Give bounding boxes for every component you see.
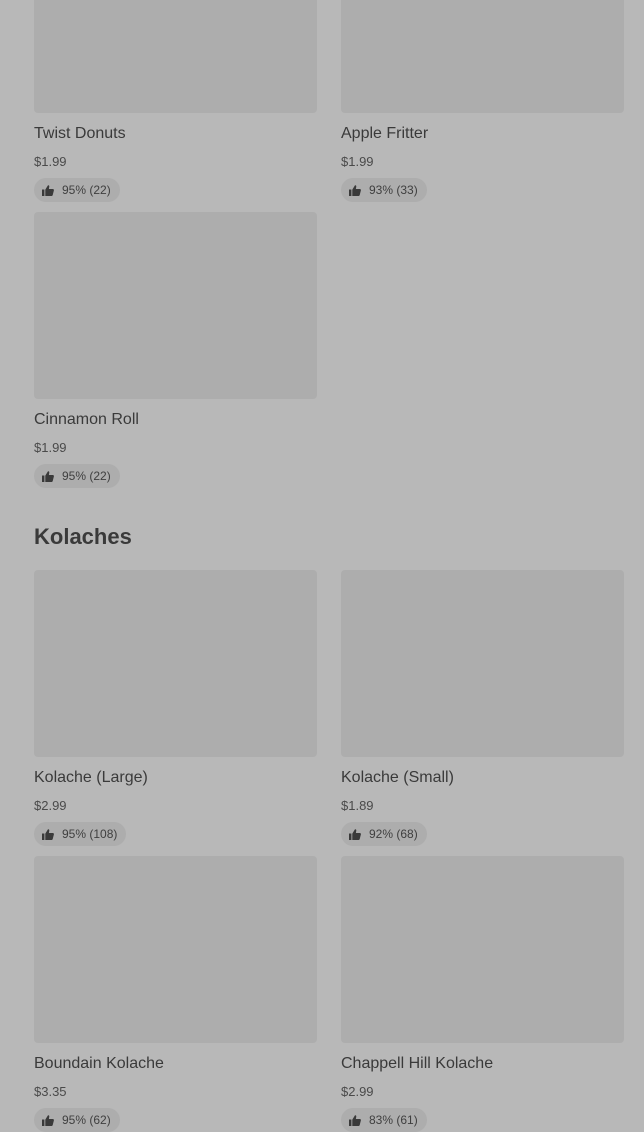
menu-item-image[interactable] [34, 570, 317, 757]
section-title-kolaches: Kolaches [34, 524, 132, 549]
menu-item-card[interactable]: Cinnamon Roll $1.99 95% (22) [34, 212, 317, 488]
menu-item-image[interactable] [341, 570, 624, 757]
menu-item-name: Apple Fritter [341, 125, 429, 142]
rating-badge: 83% (61) [341, 1108, 427, 1132]
menu-item-image[interactable] [341, 0, 624, 113]
menu-item-image[interactable] [34, 856, 317, 1043]
menu-grid-top: Twist Donuts $1.99 95% (22) Apple Fritte… [34, 0, 624, 202]
menu-item-name: Kolache (Small) [341, 769, 454, 786]
rating-badge: 95% (108) [34, 822, 127, 846]
menu-item-card[interactable]: Twist Donuts $1.99 95% (22) [34, 0, 317, 202]
kolaches-grid-row2: Boundain Kolache $3.35 95% (62) Chappell… [34, 856, 624, 1132]
menu-item-card[interactable]: Chappell Hill Kolache $2.99 83% (61) [341, 856, 624, 1132]
menu-item-card[interactable]: Kolache (Small) $1.89 92% (68) [341, 570, 624, 846]
menu-item-price: $1.99 [341, 154, 374, 169]
thumbs-up-icon [42, 184, 54, 196]
menu-item-price: $1.99 [34, 154, 67, 169]
menu-item-image[interactable] [341, 856, 624, 1043]
thumbs-up-icon [42, 470, 54, 482]
rating-text: 83% (61) [369, 1113, 418, 1127]
rating-badge: 93% (33) [341, 178, 427, 202]
menu-item-price: $3.35 [34, 1084, 67, 1099]
rating-text: 95% (108) [62, 827, 118, 841]
menu-item-name: Boundain Kolache [34, 1055, 164, 1072]
menu-item-price: $1.89 [341, 798, 374, 813]
thumbs-up-icon [42, 1114, 54, 1126]
rating-badge: 95% (62) [34, 1108, 120, 1132]
rating-badge: 95% (22) [34, 464, 120, 488]
rating-text: 92% (68) [369, 827, 418, 841]
kolaches-grid-row1: Kolache (Large) $2.99 95% (108) Kolache … [34, 570, 624, 846]
menu-grid-top-row2: Cinnamon Roll $1.99 95% (22) [34, 212, 624, 488]
thumbs-up-icon [349, 828, 361, 840]
rating-text: 95% (22) [62, 183, 111, 197]
menu-item-price: $2.99 [341, 1084, 374, 1099]
menu-item-image[interactable] [34, 0, 317, 113]
thumbs-up-icon [349, 184, 361, 196]
rating-badge: 95% (22) [34, 178, 120, 202]
thumbs-up-icon [349, 1114, 361, 1126]
menu-item-name: Chappell Hill Kolache [341, 1055, 494, 1072]
menu-item-image[interactable] [34, 212, 317, 399]
menu-item-price: $1.99 [34, 440, 67, 455]
rating-text: 95% (62) [62, 1113, 111, 1127]
menu-item-name: Cinnamon Roll [34, 411, 139, 428]
menu-item-name: Kolache (Large) [34, 769, 148, 786]
rating-badge: 92% (68) [341, 822, 427, 846]
rating-text: 95% (22) [62, 469, 111, 483]
menu-item-card[interactable]: Boundain Kolache $3.35 95% (62) [34, 856, 317, 1132]
menu-item-card[interactable]: Apple Fritter $1.99 93% (33) [341, 0, 624, 202]
thumbs-up-icon [42, 828, 54, 840]
rating-text: 93% (33) [369, 183, 418, 197]
menu-item-price: $2.99 [34, 798, 67, 813]
menu-item-name: Twist Donuts [34, 125, 126, 142]
menu-item-card[interactable]: Kolache (Large) $2.99 95% (108) [34, 570, 317, 846]
